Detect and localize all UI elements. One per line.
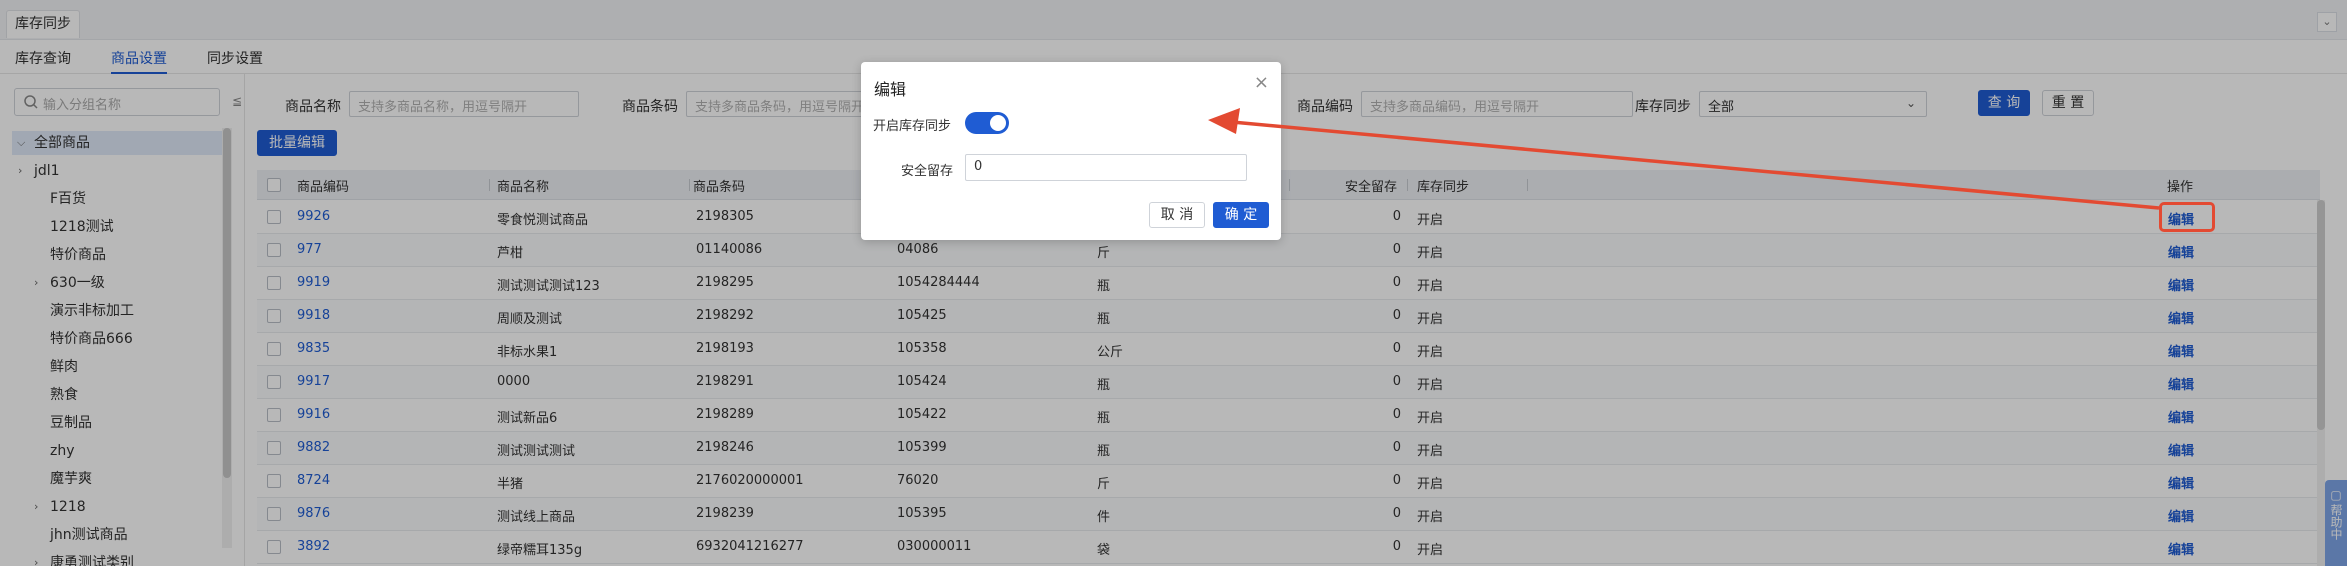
sync-toggle-label: 开启库存同步 — [873, 119, 952, 134]
sync-toggle[interactable] — [965, 112, 1009, 134]
cancel-button[interactable]: 取 消 — [1149, 202, 1205, 228]
close-icon[interactable]: × — [1254, 72, 1269, 93]
safe-stock-label: 安全留存 — [901, 164, 954, 179]
annotation-highlight — [2159, 202, 2215, 232]
safe-stock-input[interactable]: 0 — [965, 154, 1247, 181]
edit-dialog: 编辑 × 开启库存同步 安全留存 0 取 消 确 定 — [861, 62, 1281, 240]
confirm-button[interactable]: 确 定 — [1213, 202, 1269, 228]
safe-stock-value: 0 — [974, 159, 983, 174]
toggle-knob — [990, 115, 1006, 131]
dialog-title: 编辑 — [874, 80, 907, 99]
